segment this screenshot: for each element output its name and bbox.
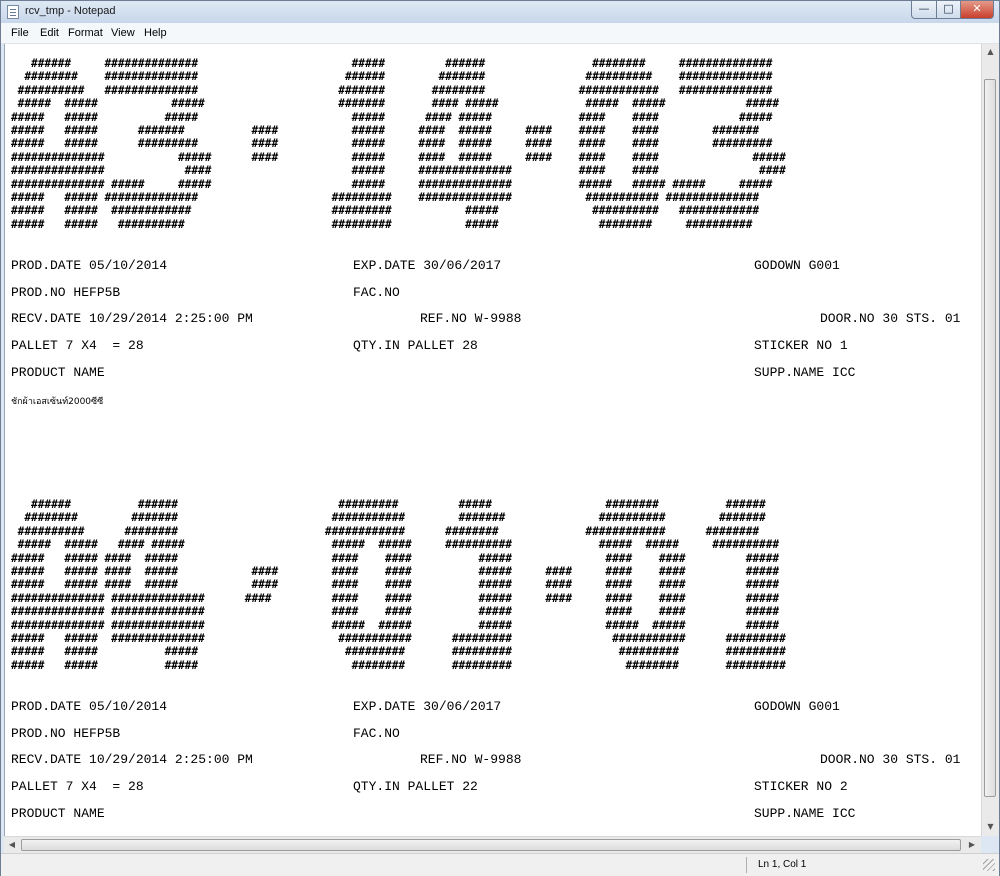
- art-line: ############## #### ##### ##############…: [11, 164, 786, 178]
- product-name-value: ชักผ้าเอสเซ้นท์2000ซีซี: [11, 397, 104, 407]
- vertical-scrollbar[interactable]: ▲ ▼: [981, 44, 999, 836]
- sticker-no: STICKER NO 2: [754, 779, 848, 794]
- fac-no: FAC.NO: [353, 726, 400, 741]
- fac-no: FAC.NO: [353, 285, 400, 300]
- menu-view[interactable]: View: [111, 27, 135, 39]
- prod-date: PROD.DATE 05/10/2014: [11, 258, 168, 273]
- product-name-label: PRODUCT NAME: [11, 365, 105, 380]
- status-separator: [746, 857, 747, 873]
- art-line: ######## ############## ###### ####### #…: [11, 70, 773, 84]
- door-no: DOOR.NO 30 STS. 01: [820, 752, 961, 767]
- exp-date: EXP.DATE 30/06/2017: [353, 258, 502, 273]
- text-editor[interactable]: ###### ############## ##### ###### #####…: [4, 44, 982, 836]
- godown: GODOWN G001: [754, 258, 840, 273]
- scroll-down-icon[interactable]: ▼: [982, 822, 999, 831]
- art-line: ##### ##### ##### ##### #### ##### #### …: [11, 110, 773, 124]
- ref-no: REF.NO W-9988: [420, 311, 522, 326]
- product-name-label: PRODUCT NAME: [11, 806, 105, 821]
- door-no: DOOR.NO 30 STS. 01: [820, 311, 961, 326]
- art-line: ############## ##### #### ##### #### ###…: [11, 150, 786, 164]
- art-line: ##### ##### #### ##### #### #### #### ##…: [11, 564, 780, 578]
- art-line: ##### ##### ##### ######## ######### ###…: [11, 658, 786, 672]
- ascii-art-block-1: ###### ############## ##### ###### #####…: [11, 57, 786, 231]
- recv-date: RECV.DATE 10/29/2014 2:25:00 PM: [11, 311, 253, 326]
- notepad-icon: [7, 5, 19, 19]
- art-line: ##### ##### ##### ######### ######### ##…: [11, 645, 786, 659]
- prod-date: PROD.DATE 05/10/2014: [11, 699, 168, 714]
- art-line: ########## ######## ############ #######…: [11, 524, 760, 538]
- prod-no: PROD.NO HEFP5B: [11, 726, 121, 741]
- art-line: ##### ##### ############## ######### ###…: [11, 190, 760, 204]
- menu-help[interactable]: Help: [144, 27, 167, 39]
- sticker-no: STICKER NO 1: [754, 338, 848, 353]
- cursor-position: Ln 1, Col 1: [758, 859, 807, 870]
- qty-in-pallet: QTY.IN PALLET 22: [353, 779, 478, 794]
- art-line: ##### ##### ######### #### ##### #### ##…: [11, 137, 773, 151]
- supp-name: SUPP.NAME ICC: [754, 806, 856, 821]
- minimize-button[interactable]: —: [911, 1, 937, 19]
- godown: GODOWN G001: [754, 699, 840, 714]
- art-line: ##### ##### ############## ########### #…: [11, 631, 786, 645]
- art-line: ##### ##### #### ##### ##### ##### #####…: [11, 538, 780, 552]
- scroll-up-icon[interactable]: ▲: [982, 47, 999, 56]
- maximize-button[interactable]: □: [936, 1, 961, 19]
- resize-grip-icon[interactable]: [983, 859, 995, 871]
- exp-date: EXP.DATE 30/06/2017: [353, 699, 502, 714]
- art-line: ##### ##### ########## ######### ##### #…: [11, 217, 753, 231]
- menu-format[interactable]: Format: [68, 27, 103, 39]
- ref-no: REF.NO W-9988: [420, 752, 522, 767]
- scroll-right-icon[interactable]: ▶: [966, 840, 978, 849]
- horizontal-scroll-thumb[interactable]: [21, 839, 961, 851]
- horizontal-scrollbar[interactable]: ◀ ▶: [4, 836, 981, 854]
- art-line: ###### ###### ######### ##### ######## #…: [11, 498, 766, 511]
- art-line: ##### ##### ############ ######### #####…: [11, 204, 760, 218]
- close-button[interactable]: ✕: [960, 1, 994, 19]
- notepad-window: rcv_tmp - Notepad — □ ✕ File Edit Format…: [0, 0, 1000, 876]
- recv-date: RECV.DATE 10/29/2014 2:25:00 PM: [11, 752, 253, 767]
- status-bar: Ln 1, Col 1: [1, 853, 999, 876]
- prod-no: PROD.NO HEFP5B: [11, 285, 121, 300]
- menu-bar: File Edit Format View Help: [1, 23, 999, 44]
- art-line: ############## ############## #### #### …: [11, 605, 780, 619]
- art-line: ############## ############## #### #### …: [11, 591, 780, 605]
- qty-in-pallet: QTY.IN PALLET 28: [353, 338, 478, 353]
- supp-name: SUPP.NAME ICC: [754, 365, 856, 380]
- art-line: ##### ##### #### ##### #### #### ##### #…: [11, 551, 780, 565]
- window-title: rcv_tmp - Notepad: [25, 5, 116, 17]
- pallet: PALLET 7 X4 = 28: [11, 779, 144, 794]
- art-line: ############## ##### ##### ##### #######…: [11, 177, 773, 191]
- art-line: ############## ############## ##### ####…: [11, 618, 780, 632]
- art-line: ##### ##### ##### ####### #### ##### ###…: [11, 97, 780, 111]
- vertical-scroll-thumb[interactable]: [984, 79, 996, 797]
- art-line: ########## ############## ####### ######…: [11, 83, 773, 97]
- title-bar[interactable]: rcv_tmp - Notepad — □ ✕: [1, 1, 999, 23]
- art-line: ##### ##### ####### #### ##### #### ####…: [11, 123, 760, 137]
- art-line: ##### ##### #### ##### #### #### #### ##…: [11, 578, 780, 592]
- menu-edit[interactable]: Edit: [40, 27, 59, 39]
- art-line: ######## ####### ########### ####### ###…: [11, 511, 766, 525]
- art-line: ###### ############## ##### ###### #####…: [11, 57, 773, 70]
- ascii-art-block-2: ###### ###### ######### ##### ######## #…: [11, 498, 786, 672]
- menu-file[interactable]: File: [11, 27, 29, 39]
- pallet: PALLET 7 X4 = 28: [11, 338, 144, 353]
- scroll-left-icon[interactable]: ◀: [6, 840, 18, 849]
